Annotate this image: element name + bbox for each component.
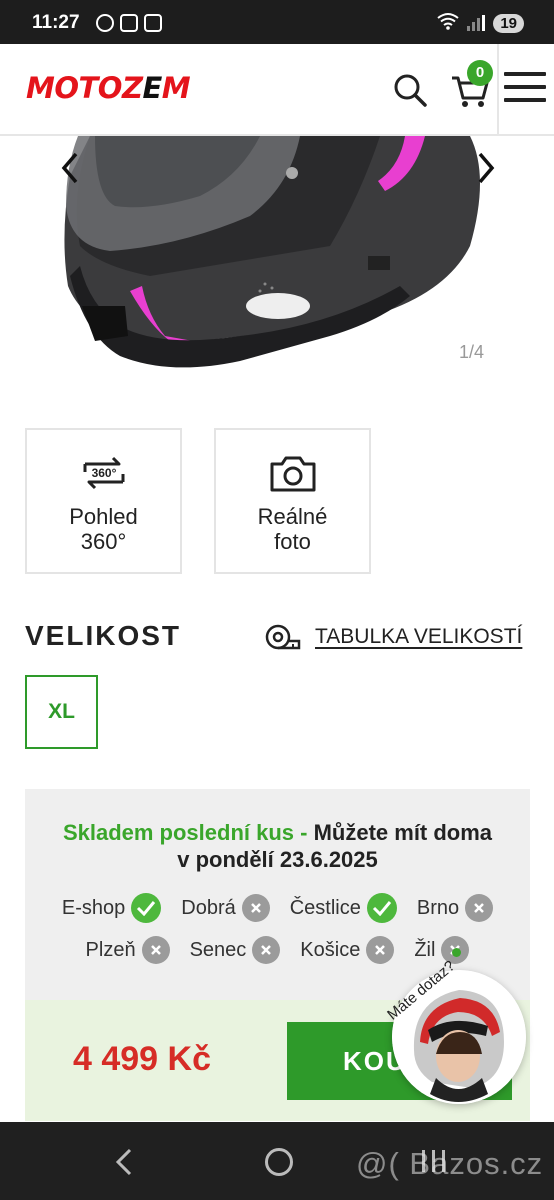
- back-button[interactable]: [112, 1146, 138, 1178]
- chevron-right-icon: [478, 152, 495, 184]
- chat-widget[interactable]: Máte dotaz?: [384, 948, 530, 1104]
- watermark: @( Bazos.cz: [356, 1146, 544, 1181]
- site-header: MOTOZEM 0: [0, 44, 554, 136]
- wifi-icon: [437, 12, 459, 34]
- product-gallery[interactable]: 1/4: [0, 136, 554, 398]
- size-option-xl[interactable]: XL: [25, 675, 98, 749]
- cross-icon: [141, 936, 170, 964]
- check-icon: [366, 893, 397, 923]
- home-button[interactable]: [265, 1148, 293, 1176]
- real-photo-label: Reálné foto: [257, 504, 328, 554]
- battery-indicator: 19: [493, 13, 524, 33]
- measuring-tape-icon: [265, 624, 301, 650]
- store-row-1: E-shop Dobrá Čestlice Brno: [25, 893, 530, 923]
- svg-text:360°: 360°: [91, 466, 116, 480]
- store-kosice: Košice: [300, 936, 395, 964]
- size-chart-text[interactable]: TABULKA VELIKOSTÍ: [315, 625, 522, 649]
- camera-icon: [270, 456, 315, 492]
- messenger-icon: [96, 14, 114, 32]
- gallery-prev-button[interactable]: [56, 148, 84, 188]
- screenshot-icon: [120, 14, 138, 32]
- rotate-360-icon: 360°: [83, 456, 124, 490]
- search-icon: [394, 74, 427, 107]
- store-dobra: Dobrá: [181, 894, 270, 922]
- size-heading: VELIKOST: [25, 620, 182, 651]
- status-time: 11:27: [32, 12, 80, 33]
- cart-count-badge: 0: [467, 60, 493, 86]
- cross-icon: [252, 936, 281, 964]
- cross-icon: [241, 894, 270, 922]
- menu-button[interactable]: [504, 72, 548, 108]
- check-icon: [131, 893, 162, 923]
- stock-status: Skladem poslední kus - Můžete mít doma v…: [62, 820, 493, 872]
- gallery-next-button[interactable]: [472, 148, 500, 188]
- scan-icon: [144, 14, 162, 32]
- store-cestlice: Čestlice: [290, 893, 397, 923]
- size-chart-link[interactable]: TABULKA VELIKOSTÍ: [265, 622, 522, 652]
- view-360-button[interactable]: 360° Pohled 360°: [25, 428, 182, 574]
- view-360-label: Pohled 360°: [69, 504, 138, 554]
- store-plzen: Plzeň: [86, 936, 170, 964]
- product-price: 4 499 Kč: [73, 1040, 211, 1078]
- store-brno: Brno: [417, 894, 494, 922]
- search-button[interactable]: [392, 72, 428, 108]
- back-icon: [115, 1148, 132, 1176]
- signal-icon: [467, 15, 486, 31]
- online-dot: [452, 948, 461, 957]
- store-senec: Senec: [190, 936, 281, 964]
- gallery-counter: 1/4: [459, 342, 485, 362]
- status-bar: 11:27 19: [0, 0, 554, 44]
- store-eshop: E-shop: [62, 893, 162, 923]
- cross-icon: [465, 894, 494, 922]
- real-photo-button[interactable]: Reálné foto: [214, 428, 371, 574]
- chevron-left-icon: [61, 152, 78, 184]
- system-nav-bar: @( Bazos.cz: [0, 1122, 554, 1200]
- notification-icons: [96, 14, 162, 32]
- header-divider: [497, 44, 499, 136]
- motozem-logo[interactable]: MOTOZEM: [26, 71, 191, 105]
